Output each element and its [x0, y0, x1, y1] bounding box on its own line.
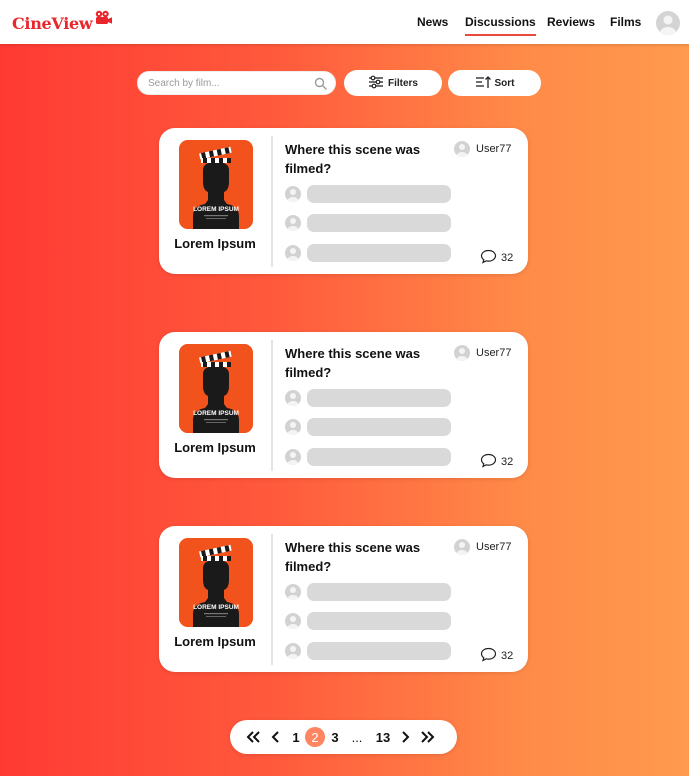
double-chevron-left-icon[interactable]	[244, 727, 262, 747]
discussion-author[interactable]: User77	[454, 345, 511, 361]
reply-text-placeholder	[307, 244, 451, 262]
sliders-icon	[368, 75, 384, 92]
page-13-button[interactable]: 13	[373, 727, 393, 747]
page-2-button-current[interactable]: 2	[305, 727, 325, 747]
reply-placeholder	[285, 642, 451, 660]
nav-films[interactable]: Films	[610, 15, 641, 29]
author-name: User77	[476, 541, 512, 553]
card-divider	[271, 340, 273, 471]
reply-placeholder	[285, 389, 451, 407]
discussion-author[interactable]: User77	[454, 141, 511, 157]
reply-placeholder	[285, 418, 451, 436]
reply-avatar-icon	[285, 643, 301, 659]
reply-placeholder	[285, 583, 451, 601]
nav-news[interactable]: News	[417, 15, 448, 29]
reply-text-placeholder	[307, 642, 451, 660]
author-name: User77	[476, 347, 512, 359]
sort-label: Sort	[494, 77, 515, 89]
reply-avatar-icon	[285, 584, 301, 600]
pagination: 1 2 3 ... 13	[230, 720, 457, 754]
reply-text-placeholder	[307, 612, 451, 630]
film-title[interactable]: Lorem Ipsum	[159, 634, 271, 649]
reply-avatar-icon	[285, 215, 301, 231]
logo[interactable]: CineView	[12, 9, 113, 37]
nav-reviews[interactable]: Reviews	[547, 15, 595, 29]
reply-avatar-icon	[285, 419, 301, 435]
card-divider	[271, 136, 273, 267]
reply-placeholder	[285, 612, 451, 630]
author-name: User77	[476, 143, 512, 155]
discussion-question[interactable]: Where this scene was filmed?	[285, 344, 425, 382]
comment-count[interactable]: 32	[480, 647, 513, 665]
discussion-author[interactable]: User77	[454, 539, 511, 555]
discussion-card[interactable]: LOREM IPSUM Lorem Ipsum Where this scene…	[159, 332, 528, 478]
comment-count[interactable]: 32	[480, 249, 513, 267]
reply-avatar-icon	[285, 613, 301, 629]
chevron-right-icon[interactable]	[399, 727, 411, 747]
chevron-left-icon[interactable]	[269, 727, 283, 747]
reply-placeholder	[285, 244, 451, 262]
comment-bubble-icon	[480, 453, 497, 471]
sort-icon	[475, 75, 491, 92]
reply-placeholder	[285, 214, 451, 232]
film-camera-icon	[93, 10, 113, 31]
reply-text-placeholder	[307, 448, 451, 466]
comment-bubble-icon	[480, 647, 497, 665]
reply-avatar-icon	[285, 449, 301, 465]
top-nav-bar: CineView News Discussions Reviews Films	[0, 0, 689, 44]
svg-text:LOREM IPSUM: LOREM IPSUM	[193, 206, 239, 213]
reply-placeholder	[285, 185, 451, 203]
svg-text:LOREM IPSUM: LOREM IPSUM	[193, 604, 239, 611]
sort-button[interactable]: Sort	[448, 70, 541, 96]
filters-label: Filters	[387, 77, 418, 89]
reply-avatar-icon	[285, 390, 301, 406]
filters-button[interactable]: Filters	[344, 70, 442, 96]
comment-count-value: 32	[501, 650, 514, 662]
reply-text-placeholder	[307, 214, 451, 232]
film-poster[interactable]: LOREM IPSUM	[179, 344, 253, 433]
author-avatar-icon	[454, 345, 470, 361]
film-title[interactable]: Lorem Ipsum	[159, 236, 271, 251]
page-ellipsis: ...	[351, 729, 363, 745]
nav-discussions[interactable]: Discussions	[465, 15, 536, 36]
double-chevron-right-icon[interactable]	[419, 727, 437, 747]
search-input[interactable]	[148, 75, 308, 91]
reply-avatar-icon	[285, 186, 301, 202]
comment-bubble-icon	[480, 249, 497, 267]
reply-avatar-icon	[285, 245, 301, 261]
reply-placeholder	[285, 448, 451, 466]
discussion-toolbar: Filters Sort	[0, 70, 689, 96]
discussion-card[interactable]: LOREM IPSUM Lorem Ipsum Where this scene…	[159, 526, 528, 672]
reply-text-placeholder	[307, 389, 451, 407]
discussion-question[interactable]: Where this scene was filmed?	[285, 538, 425, 576]
film-title[interactable]: Lorem Ipsum	[159, 440, 271, 455]
film-poster[interactable]: LOREM IPSUM	[179, 140, 253, 229]
comment-count-value: 32	[501, 252, 514, 264]
discussion-question[interactable]: Where this scene was filmed?	[285, 140, 425, 178]
comment-count-value: 32	[501, 456, 514, 468]
card-divider	[271, 534, 273, 665]
profile-avatar[interactable]	[656, 11, 680, 35]
svg-text:LOREM IPSUM: LOREM IPSUM	[193, 410, 239, 417]
reply-text-placeholder	[307, 185, 451, 203]
search-box	[137, 71, 336, 95]
film-poster[interactable]: LOREM IPSUM	[179, 538, 253, 627]
page-3-button[interactable]: 3	[328, 727, 342, 747]
author-avatar-icon	[454, 141, 470, 157]
comment-count[interactable]: 32	[480, 453, 513, 471]
page-1-button[interactable]: 1	[289, 727, 303, 747]
author-avatar-icon	[454, 539, 470, 555]
user-avatar-icon	[660, 15, 676, 35]
discussion-card[interactable]: LOREM IPSUM Lorem Ipsum Where this scene…	[159, 128, 528, 274]
search-icon[interactable]	[314, 77, 327, 95]
logo-text: CineView	[12, 13, 93, 33]
reply-text-placeholder	[307, 583, 451, 601]
reply-text-placeholder	[307, 418, 451, 436]
